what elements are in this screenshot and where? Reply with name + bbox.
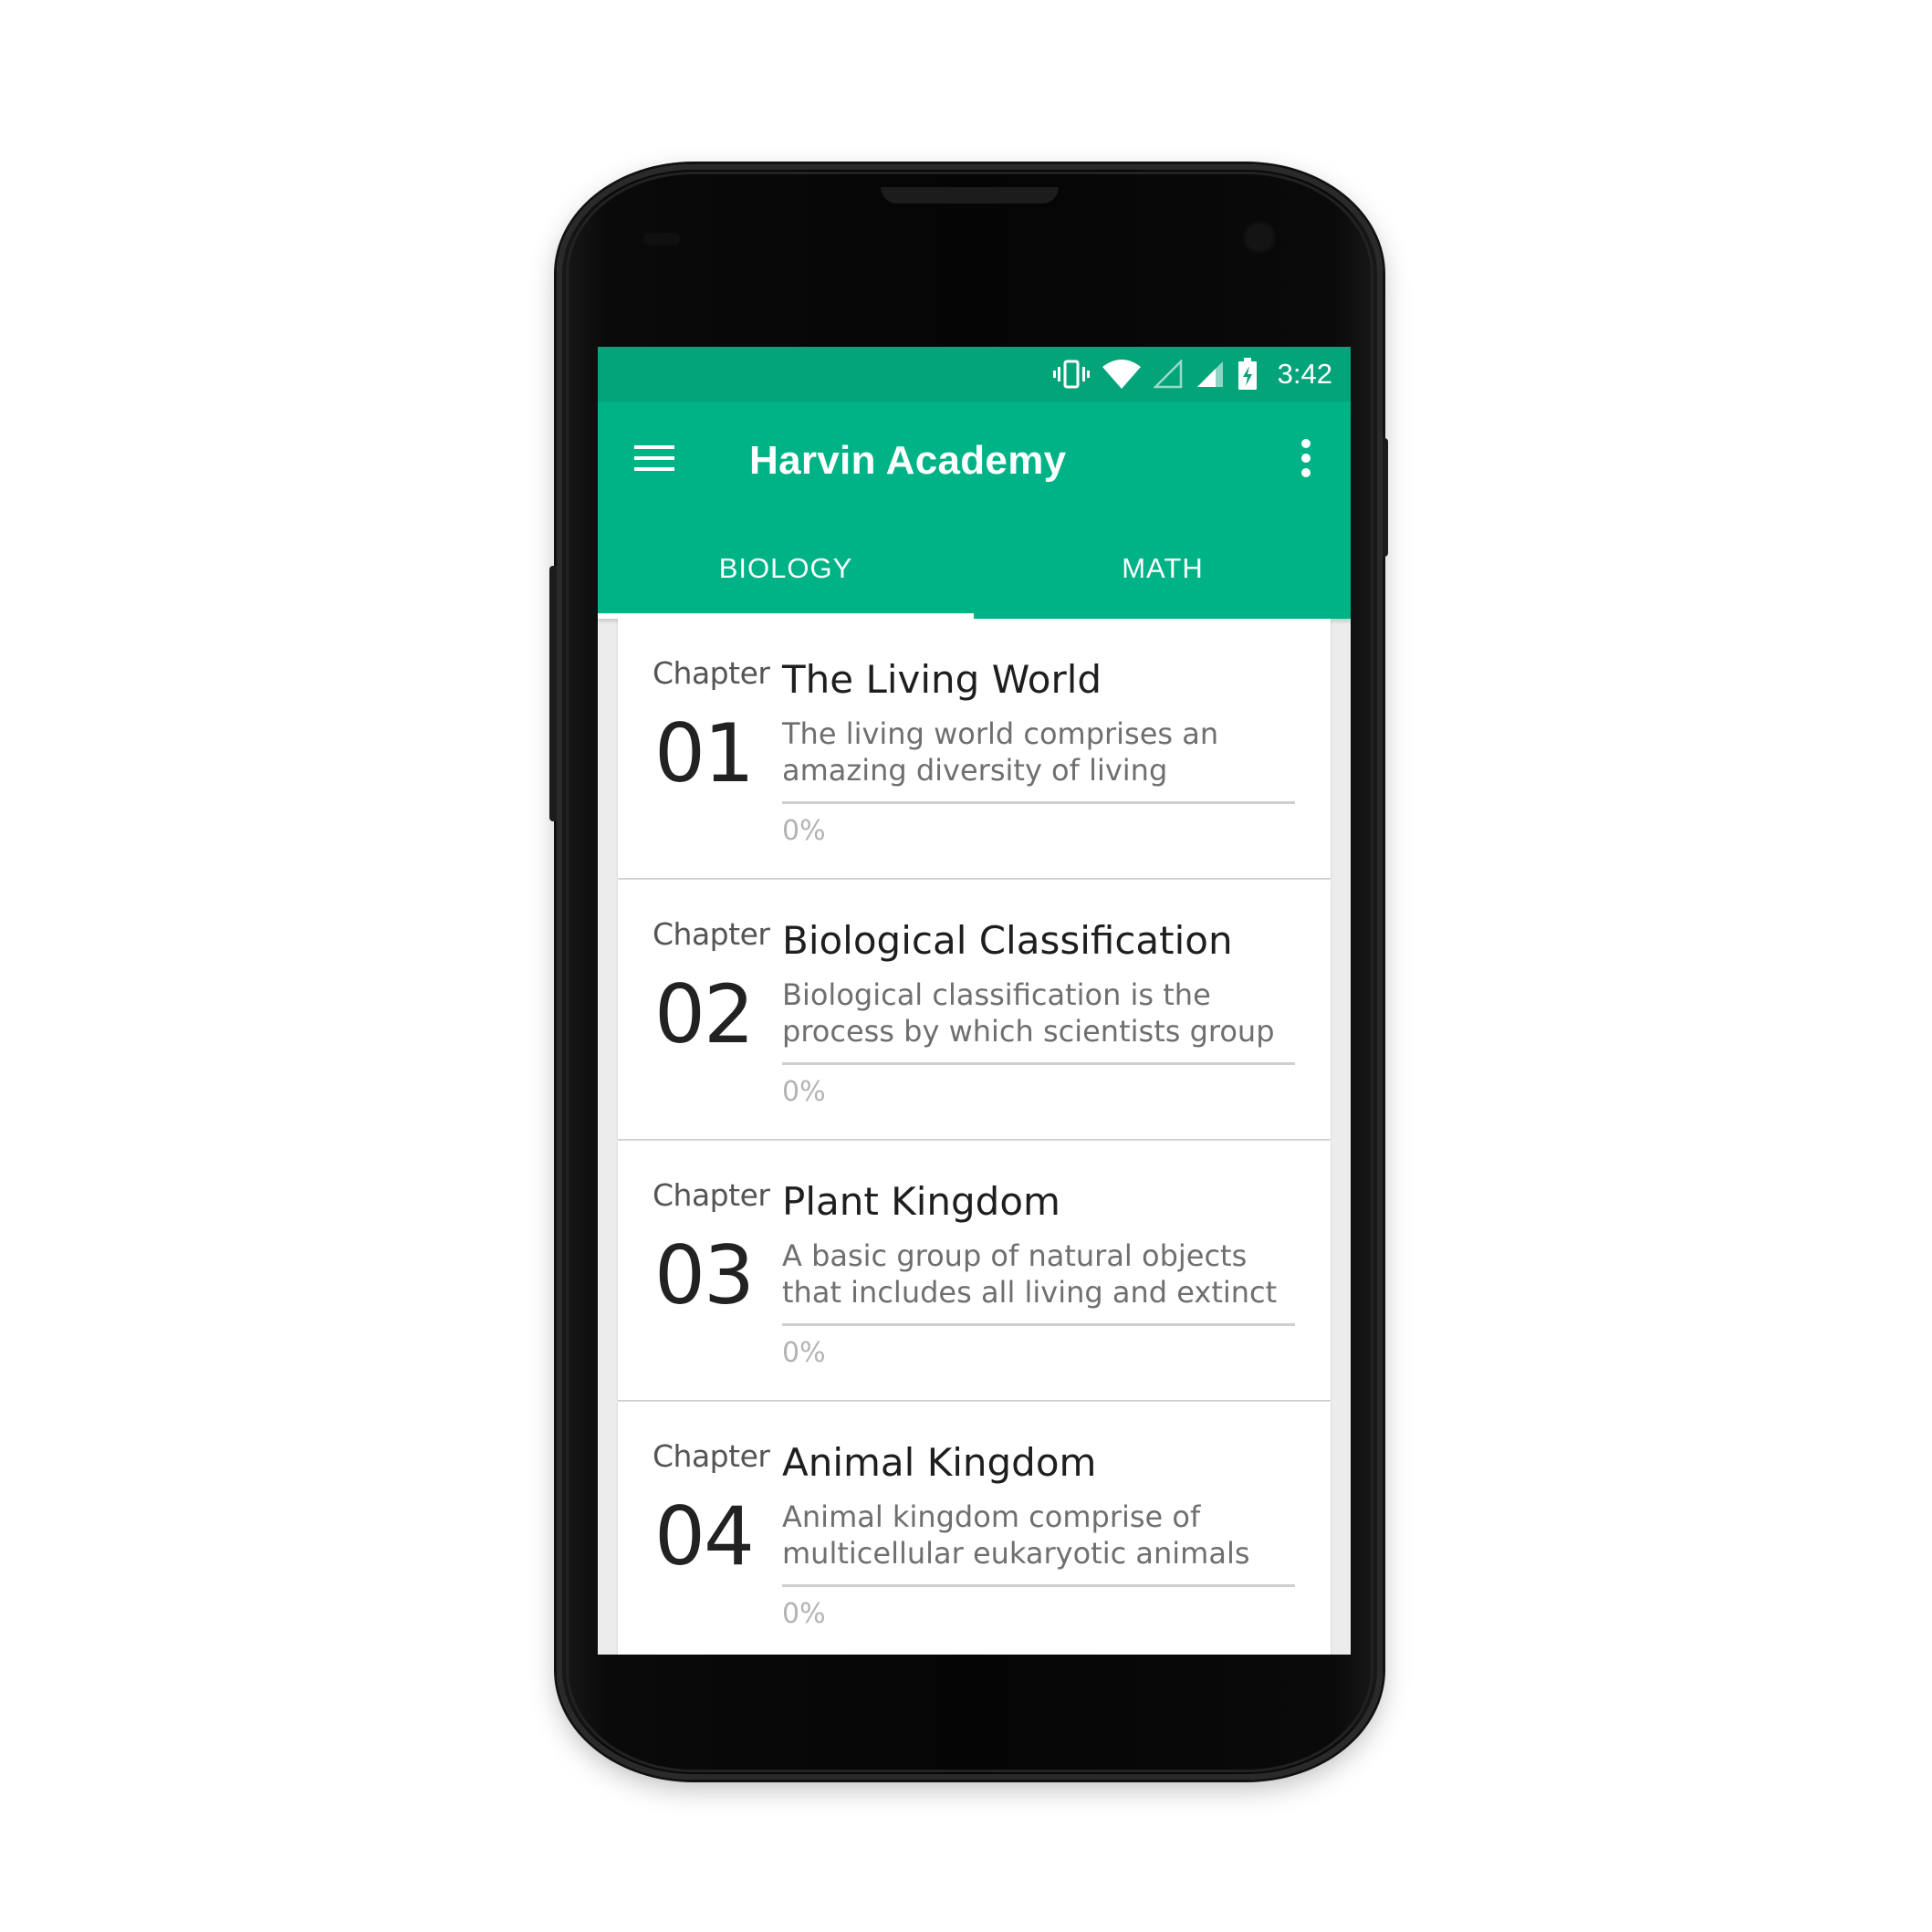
progress-label: 0% (782, 1076, 826, 1108)
vibrate-icon (1052, 359, 1090, 390)
tab-biology[interactable]: BIOLOGY (598, 518, 974, 619)
tab-math[interactable]: MATH (975, 518, 1351, 619)
status-icons: 3:42 (1052, 354, 1332, 394)
chapter-label: Chapter (653, 1177, 770, 1213)
app-title: Harvin Academy (749, 438, 1067, 483)
progress-bar (782, 1584, 1295, 1587)
chapter-label: Chapter (653, 916, 770, 952)
more-vert-icon[interactable] (1298, 436, 1314, 482)
status-bar: 3:42 (598, 347, 1351, 402)
chapter-title: Biological Classification (782, 918, 1233, 963)
power-button[interactable] (1383, 438, 1388, 557)
signal-empty-icon (1153, 360, 1183, 389)
chapter-title: Plant Kingdom (782, 1179, 1060, 1224)
chapter-number: 02 (654, 967, 755, 1061)
chapter-card-01[interactable]: Chapter 01 The Living World The living w… (618, 619, 1331, 878)
wifi-icon (1102, 360, 1141, 389)
chapter-description: Animal kingdom comprise of multicellular… (782, 1499, 1250, 1571)
progress-bar (782, 801, 1295, 804)
volume-button[interactable] (549, 566, 557, 821)
chapter-description: The living world comprises an amazing di… (782, 716, 1219, 788)
chapter-label: Chapter (653, 1438, 770, 1474)
chapter-description: Biological classification is the process… (782, 977, 1275, 1049)
chapter-number: 01 (654, 706, 755, 800)
chapter-number: 04 (654, 1489, 755, 1583)
progress-bar (782, 1323, 1295, 1326)
chapter-number: 03 (654, 1228, 755, 1322)
chapter-card-03[interactable]: Chapter 03 Plant Kingdom A basic group o… (618, 1141, 1331, 1400)
battery-charging-icon (1238, 358, 1258, 391)
signal-icon (1196, 360, 1225, 389)
front-camera (1246, 224, 1273, 251)
status-time: 3:42 (1277, 358, 1332, 390)
progress-label: 0% (782, 1598, 826, 1630)
proximity-sensor (643, 233, 680, 245)
chapter-card-02[interactable]: Chapter 02 Biological Classification Bio… (618, 880, 1331, 1139)
chapter-title: Animal Kingdom (782, 1440, 1097, 1485)
chapter-title: The Living World (782, 657, 1102, 702)
tab-bar: BIOLOGY MATH (598, 518, 1351, 619)
chapter-label: Chapter (653, 655, 770, 691)
chapter-description: A basic group of natural objects that in… (782, 1238, 1278, 1310)
app-bar: Harvin Academy (598, 402, 1351, 518)
app-screen: 3:42 Harvin Academy BIOLOGY MATH Chapter (598, 347, 1351, 1655)
earpiece-speaker (881, 187, 1059, 204)
progress-label: 0% (782, 1337, 826, 1369)
chapter-card-04[interactable]: Chapter 04 Animal Kingdom Animal kingdom… (618, 1402, 1331, 1655)
progress-bar (782, 1062, 1295, 1065)
hamburger-menu-icon[interactable] (634, 438, 676, 480)
chapter-list: Chapter 01 The Living World The living w… (618, 619, 1331, 1655)
progress-label: 0% (782, 815, 826, 847)
